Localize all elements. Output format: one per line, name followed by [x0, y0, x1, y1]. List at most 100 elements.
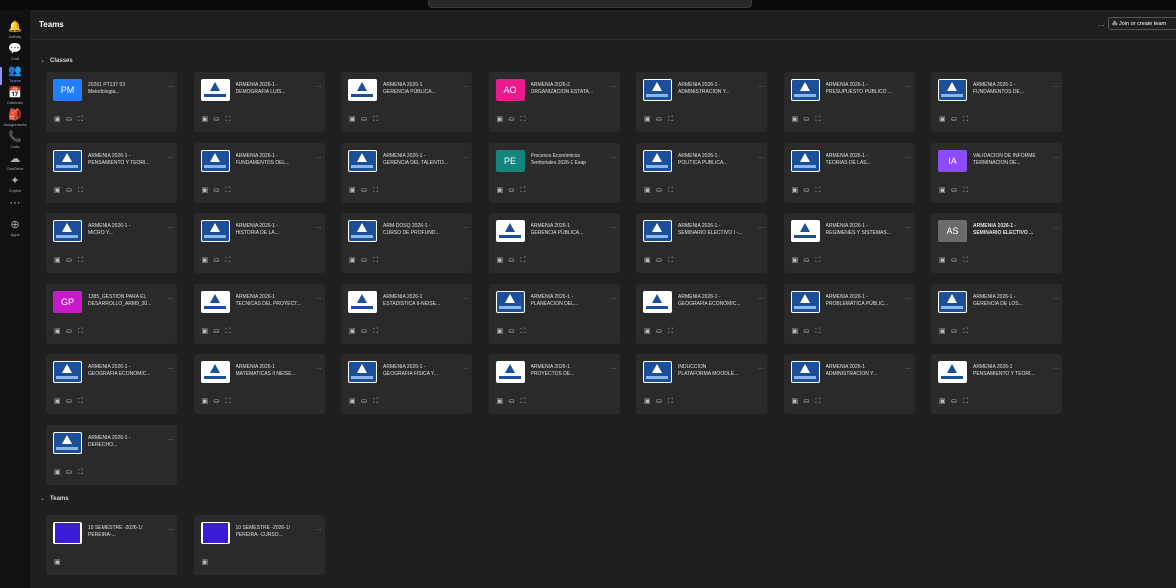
posts-icon[interactable]: ▣ [792, 186, 804, 194]
assignments-icon[interactable]: ⛀ [361, 397, 373, 405]
class-card[interactable]: ARMENIA 2026-1 - SEMINARIO ELECTIVO I -.… [636, 213, 767, 273]
class-card[interactable]: ARMENIA 2026-1 - MICRO Y... ··· ▣ ⛀ ⛶ [46, 213, 177, 273]
posts-icon[interactable]: ▣ [497, 115, 509, 123]
assignments-icon[interactable]: ⛀ [509, 327, 521, 335]
assignments-icon[interactable]: ⛀ [804, 115, 816, 123]
grades-icon[interactable]: ⛶ [78, 398, 90, 406]
assignments-icon[interactable]: ⛀ [656, 256, 668, 264]
grades-icon[interactable]: ⛶ [816, 398, 828, 406]
more-options-icon[interactable]: ··· [168, 296, 174, 302]
grades-icon[interactable]: ⛶ [78, 328, 90, 336]
posts-icon[interactable]: ▣ [939, 397, 951, 405]
assignments-icon[interactable]: ⛀ [656, 327, 668, 335]
grades-icon[interactable]: ⛶ [226, 398, 238, 406]
posts-icon[interactable]: ▣ [939, 327, 951, 335]
team-card[interactable]: 10 SEMESTRE -2026-1/ PEREIRA- CURSO... ··… [193, 515, 325, 575]
assignments-icon[interactable]: ⛀ [214, 397, 226, 405]
more-options-icon[interactable]: ··· [1053, 155, 1059, 161]
grades-icon[interactable]: ⛶ [373, 187, 385, 195]
assignments-icon[interactable]: ⛀ [361, 115, 373, 123]
more-options-icon[interactable]: ··· [463, 155, 469, 161]
posts-icon[interactable]: ▣ [202, 186, 214, 194]
more-options-icon[interactable]: ··· [1053, 296, 1059, 302]
grades-icon[interactable]: ⛶ [78, 257, 90, 265]
class-card[interactable]: ARMENIA 2026-1 TECNICAS DEL PROYECT... ··… [193, 283, 325, 344]
posts-icon[interactable]: ▣ [644, 397, 656, 405]
posts-icon[interactable]: ▣ [792, 327, 804, 335]
class-card[interactable]: PM 20261 PT137 53 Metodologia... ··· ▣ ⛀ ⛶ [46, 72, 177, 132]
more-options-icon[interactable]: ··· [316, 527, 322, 533]
class-card[interactable]: ARMENIA 2026-1 MATEMATICAS II NEISE... ··… [193, 354, 325, 414]
class-card[interactable]: ARMENIA 2026-1 - REGIMENES Y SISTEMAS...… [783, 213, 915, 273]
grades-icon[interactable]: ⛶ [668, 398, 680, 406]
rail-item-apps[interactable]: ⊕ Apps [0, 218, 30, 246]
assignments-icon[interactable]: ⛀ [66, 115, 78, 123]
more-options-icon[interactable]: ··· [316, 225, 322, 231]
posts-icon[interactable]: ▣ [792, 256, 804, 264]
grades-icon[interactable]: ⛶ [668, 328, 680, 336]
grades-icon[interactable]: ⛶ [78, 116, 90, 124]
grades-icon[interactable]: ⛶ [226, 187, 238, 195]
assignments-icon[interactable]: ⛀ [951, 115, 963, 123]
assignments-icon[interactable]: ⛀ [951, 256, 963, 264]
class-card[interactable]: ARMENIA 2026-1 GERENCIA PÚBLICA... ··· ▣ ⛀ ⛶ [341, 72, 472, 132]
class-card[interactable]: ARMENIA 2026-1 - FUNDAMENTOS DE... ··· ▣ ⛀ ⛶ [931, 72, 1062, 132]
class-card[interactable]: ARMENIA 2026-1 - TEORIAS DE LAS... ··· ▣ ⛀ ⛶ [783, 142, 915, 203]
class-card[interactable]: ARM-DOSQ 2026-1 - CURSO DE PROFUND... ···… [341, 213, 472, 273]
class-card[interactable]: ARMENIA 2026-1 - POLITICA PUBLICA... ··· ▣… [636, 142, 767, 203]
grades-icon[interactable]: ⛶ [668, 187, 680, 195]
grades-icon[interactable]: ⛶ [521, 187, 533, 195]
more-options-icon[interactable]: ··· [758, 296, 764, 302]
assignments-icon[interactable]: ⛀ [361, 327, 373, 335]
assignments-icon[interactable]: ⛀ [509, 115, 521, 123]
posts-icon[interactable]: ▣ [792, 115, 804, 123]
team-card[interactable]: 10 SEMESTRE -2026-1/ PEREIRA-... ··· ▣ [46, 515, 177, 575]
class-card[interactable]: AS ARMENIA 2026-1 - SEMINARIO ELECTIVO ..… [931, 213, 1062, 273]
class-card[interactable]: GP 1385_GESTION PARA EL DESARROLLO_ARM9_2… [46, 283, 177, 344]
more-options-icon[interactable]: ··· [168, 84, 174, 90]
more-options-icon[interactable]: ··· [463, 84, 469, 90]
more-options-icon[interactable]: ··· [316, 296, 322, 302]
more-options-icon[interactable]: ··· [611, 296, 617, 302]
more-options-icon[interactable]: ... [1098, 19, 1105, 28]
more-options-icon[interactable]: ··· [463, 366, 469, 372]
assignments-icon[interactable]: ⛀ [66, 256, 78, 264]
class-card[interactable]: PE Procesos Económicos Territoriales 2026… [488, 142, 620, 203]
more-options-icon[interactable]: ··· [463, 225, 469, 231]
class-card[interactable]: ARMENIA 2026-1 PROYECTOS DE... ··· ▣ ⛀ ⛶ [488, 354, 620, 414]
class-card[interactable]: ARMENIA 2026-1 - ADMINISTRACION Y... ··· ▣… [636, 72, 767, 132]
assignments-icon[interactable]: ⛀ [804, 256, 816, 264]
more-options-icon[interactable]: ··· [906, 225, 912, 231]
class-card[interactable]: ARMENIA 2026-1 - DEMOGRAFIA LUIS... ··· ▣ ⛀… [193, 72, 325, 132]
class-card[interactable]: ARMENIA 2026-1 ADMINISTRACION Y... ··· ▣ ⛀ ⛶ [783, 354, 915, 414]
posts-icon[interactable]: ▣ [349, 256, 361, 264]
assignments-icon[interactable]: ⛀ [214, 186, 226, 194]
posts-icon[interactable]: ▣ [54, 327, 66, 335]
assignments-icon[interactable]: ⛀ [656, 186, 668, 194]
grades-icon[interactable]: ⛶ [78, 187, 90, 195]
posts-icon[interactable]: ▣ [644, 115, 656, 123]
more-options-icon[interactable]: ··· [463, 296, 469, 302]
more-options-icon[interactable]: ··· [1053, 84, 1059, 90]
teams-section-header[interactable]: ⌄ Teams [40, 495, 69, 502]
more-options-icon[interactable]: ··· [758, 225, 764, 231]
assignments-icon[interactable]: ⛀ [361, 186, 373, 194]
posts-icon[interactable]: ▣ [349, 186, 361, 194]
classes-section-header[interactable]: ⌄ Classes [40, 57, 73, 64]
posts-icon[interactable]: ▣ [497, 397, 509, 405]
assignments-icon[interactable]: ⛀ [214, 256, 226, 264]
more-options-icon[interactable]: ··· [906, 296, 912, 302]
class-card[interactable]: ARMENIA 2026-1 - PLANEACION DEL... ··· ▣ ⛀ ⛶ [488, 283, 620, 344]
grades-icon[interactable]: ⛶ [816, 257, 828, 265]
grades-icon[interactable]: ⛶ [226, 257, 238, 265]
more-options-icon[interactable]: ··· [316, 84, 322, 90]
grades-icon[interactable]: ⛶ [226, 328, 238, 336]
grades-icon[interactable]: ⛶ [373, 398, 385, 406]
posts-icon[interactable]: ▣ [54, 256, 66, 264]
assignments-icon[interactable]: ⛀ [66, 468, 78, 476]
grades-icon[interactable]: ⛶ [521, 257, 533, 265]
posts-icon[interactable]: ▣ [54, 397, 66, 405]
more-options-icon[interactable]: ··· [168, 437, 174, 443]
assignments-icon[interactable]: ⛀ [804, 327, 816, 335]
posts-icon[interactable]: ▣ [497, 256, 509, 264]
